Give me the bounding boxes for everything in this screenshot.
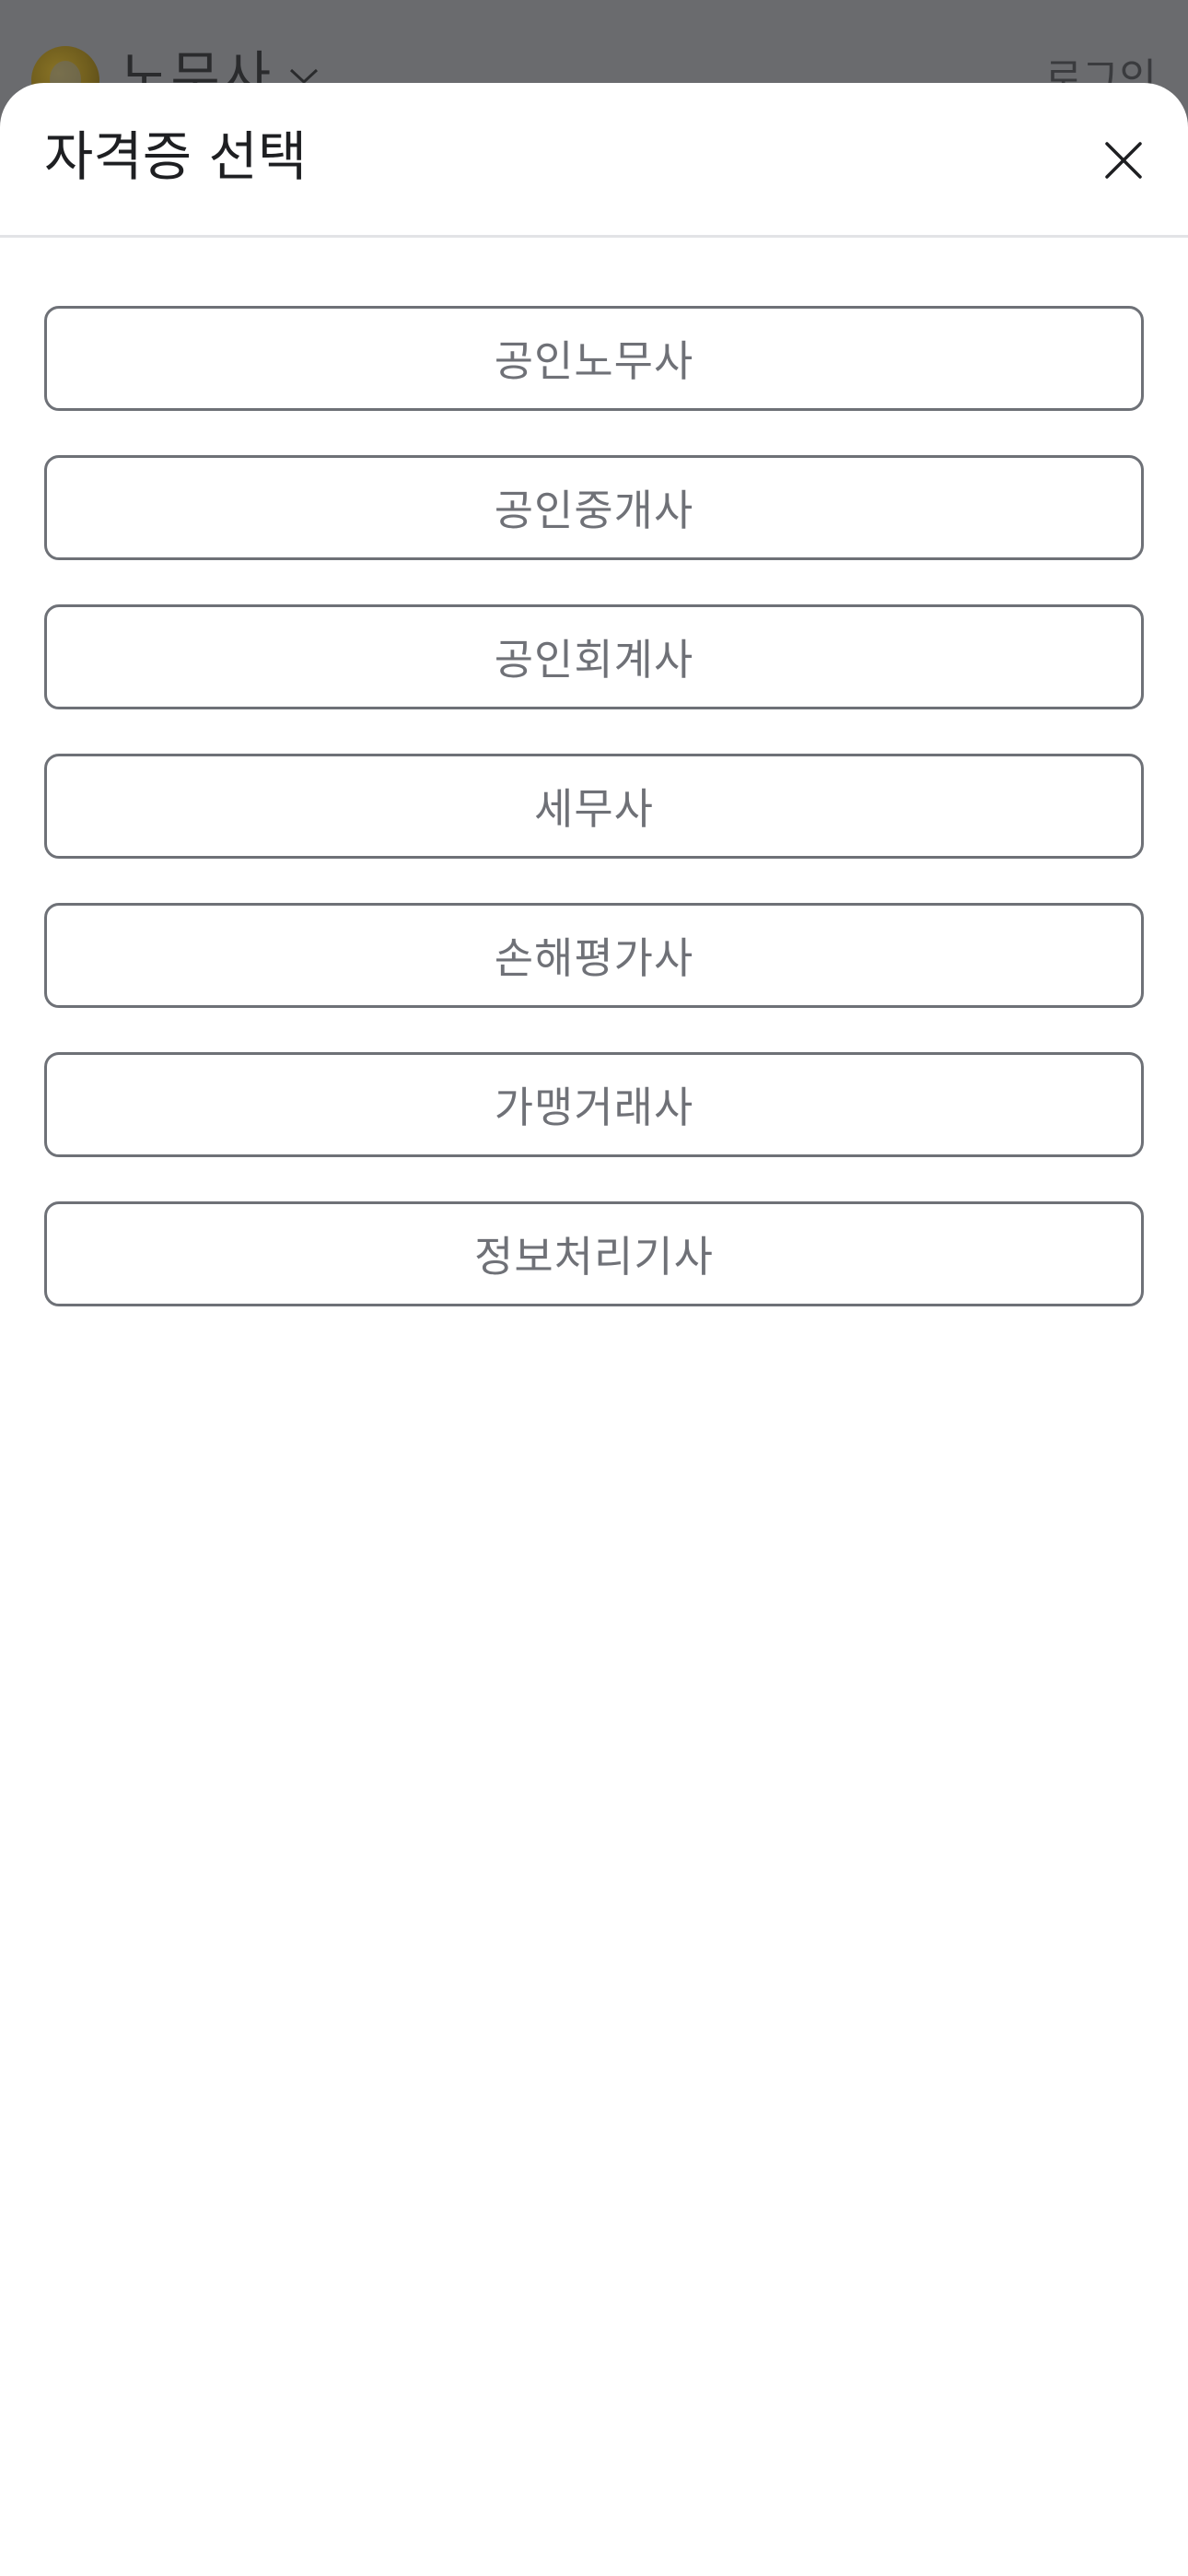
option-label: 공인노무사: [494, 336, 694, 386]
certificate-select-sheet: 자격증 선택 공인노무사 공인중개사 공인회계사 세무사 손해평가사 가맹거래사…: [0, 83, 1188, 2576]
option-gongin-hoegyesa[interactable]: 공인회계사: [44, 604, 1144, 709]
option-label: 공인회계사: [494, 635, 694, 685]
option-semusa[interactable]: 세무사: [44, 754, 1144, 859]
option-gongin-nomusa[interactable]: 공인노무사: [44, 306, 1144, 411]
option-label: 가맹거래사: [494, 1083, 694, 1132]
option-gamaeng-georaesa[interactable]: 가맹거래사: [44, 1052, 1144, 1157]
option-label: 세무사: [534, 784, 654, 834]
option-gongin-junggaesa[interactable]: 공인중개사: [44, 455, 1144, 560]
certificate-option-list: 공인노무사 공인중개사 공인회계사 세무사 손해평가사 가맹거래사 정보처리기사: [44, 306, 1144, 1351]
option-label: 손해평가사: [494, 933, 694, 983]
option-label: 공인중개사: [494, 486, 694, 535]
sheet-title: 자격증 선택: [44, 125, 308, 188]
sheet-header: 자격증 선택: [0, 83, 1188, 238]
close-icon: [1105, 142, 1142, 179]
option-jeongbo-cheori-gisa[interactable]: 정보처리기사: [44, 1201, 1144, 1306]
option-sonhae-pyeonggasa[interactable]: 손해평가사: [44, 903, 1144, 1008]
close-button[interactable]: [1096, 133, 1151, 188]
option-label: 정보처리기사: [474, 1232, 714, 1282]
